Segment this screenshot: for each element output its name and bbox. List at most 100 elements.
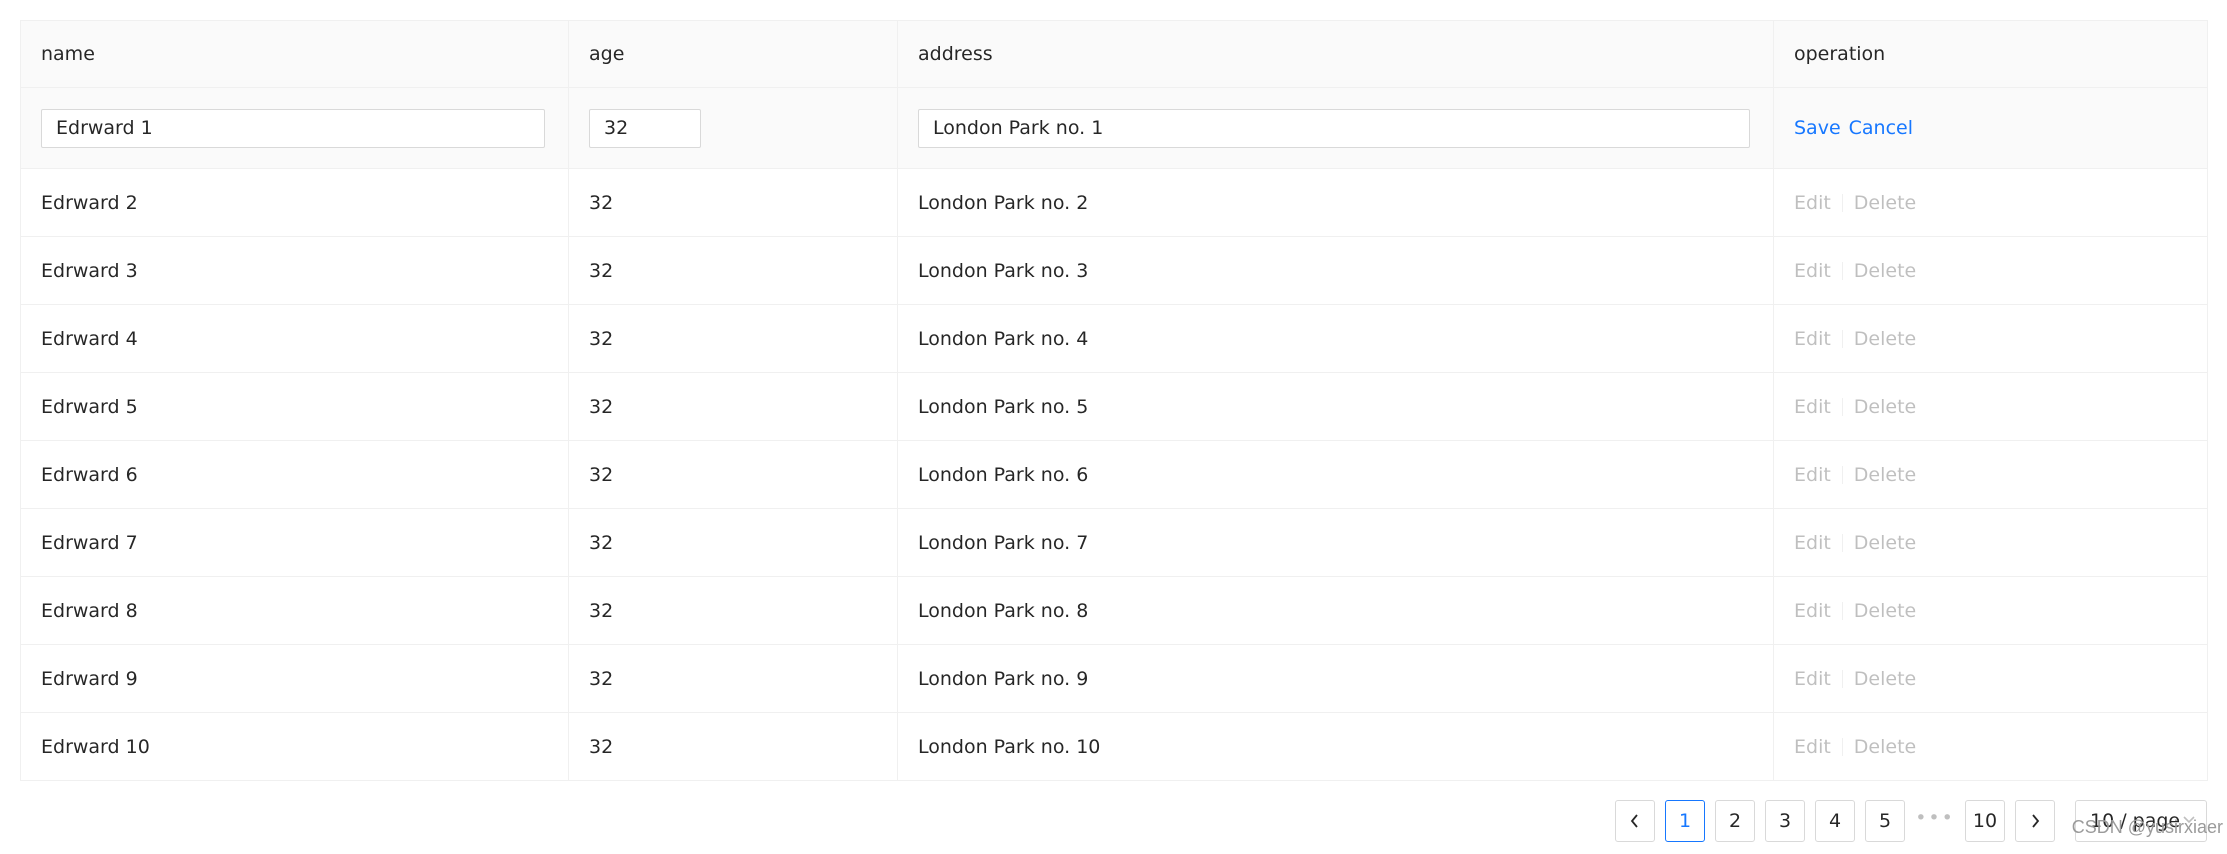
edit-link[interactable]: Edit — [1794, 396, 1831, 418]
table-row: Edrward 8 32 London Park no. 8 Edit Delete — [20, 576, 2208, 645]
column-header-operation: operation — [1773, 20, 2208, 88]
column-header-name: name — [20, 20, 569, 88]
watermark: CSDN @yusirxiaer — [2071, 817, 2223, 837]
edit-link[interactable]: Edit — [1794, 736, 1831, 758]
cell-name: Edrward 3 — [20, 236, 569, 305]
table-header-row: name age address operation — [20, 20, 2208, 88]
operation-divider — [1841, 262, 1843, 280]
prev-page-button[interactable] — [1615, 800, 1655, 842]
cell-operation: Edit Delete — [1773, 236, 2208, 305]
edit-link[interactable]: Edit — [1794, 532, 1831, 554]
name-input[interactable] — [41, 108, 545, 148]
table-row: Edrward 3 32 London Park no. 3 Edit Delete — [20, 236, 2208, 305]
cell-address: London Park no. 7 — [897, 508, 1774, 577]
cell-age: 32 — [568, 576, 898, 645]
cell-address: London Park no. 4 — [897, 304, 1774, 373]
table-row: Edrward 7 32 London Park no. 7 Edit Delete — [20, 508, 2208, 577]
delete-link[interactable]: Delete — [1854, 600, 1916, 622]
operation-divider — [1841, 466, 1843, 484]
delete-link[interactable]: Delete — [1854, 260, 1916, 282]
cell-address: London Park no. 10 — [897, 712, 1774, 781]
cell-address: London Park no. 2 — [897, 168, 1774, 237]
edit-link[interactable]: Edit — [1794, 464, 1831, 486]
cell-age: 32 — [568, 644, 898, 713]
delete-link[interactable]: Delete — [1854, 464, 1916, 486]
page-button-2[interactable]: 2 — [1715, 800, 1755, 842]
operation-divider — [1841, 602, 1843, 620]
page-button-10[interactable]: 10 — [1965, 800, 2005, 842]
delete-link[interactable]: Delete — [1854, 396, 1916, 418]
cell-address: London Park no. 6 — [897, 440, 1774, 509]
operation-divider — [1841, 398, 1843, 416]
edit-link[interactable]: Edit — [1794, 668, 1831, 690]
cell-name: Edrward 9 — [20, 644, 569, 713]
page-button-4[interactable]: 4 — [1815, 800, 1855, 842]
cell-name: Edrward 6 — [20, 440, 569, 509]
page-ellipsis[interactable]: ••• — [1915, 800, 1955, 842]
cell-name — [20, 87, 569, 169]
page-button-5[interactable]: 5 — [1865, 800, 1905, 842]
cell-address — [897, 87, 1774, 169]
column-header-address: address — [897, 20, 1774, 88]
cell-address: London Park no. 5 — [897, 372, 1774, 441]
operation-divider — [1841, 534, 1843, 552]
cell-operation: Edit Delete — [1773, 372, 2208, 441]
cell-operation: Edit Delete — [1773, 304, 2208, 373]
table-row: Edrward 10 32 London Park no. 10 Edit Delete — [20, 712, 2208, 781]
cancel-link[interactable]: Cancel — [1849, 117, 1913, 139]
chevron-right-icon — [2032, 814, 2040, 828]
cell-age: 32 — [568, 712, 898, 781]
table-row: Edrward 4 32 London Park no. 4 Edit Delete — [20, 304, 2208, 373]
cell-operation: Edit Delete — [1773, 440, 2208, 509]
cell-address: London Park no. 9 — [897, 644, 1774, 713]
delete-link[interactable]: Delete — [1854, 736, 1916, 758]
address-input[interactable] — [918, 108, 1750, 148]
edit-link[interactable]: Edit — [1794, 600, 1831, 622]
cell-age: 32 — [568, 440, 898, 509]
chevron-left-icon — [1630, 814, 1638, 828]
edit-link[interactable]: Edit — [1794, 328, 1831, 350]
cell-name: Edrward 10 — [20, 712, 569, 781]
delete-link[interactable]: Delete — [1854, 328, 1916, 350]
operation-divider — [1841, 738, 1843, 756]
cell-age: 32 — [568, 508, 898, 577]
operation-divider — [1841, 670, 1843, 688]
next-page-button[interactable] — [2015, 800, 2055, 842]
delete-link[interactable]: Delete — [1854, 192, 1916, 214]
cell-name: Edrward 2 — [20, 168, 569, 237]
operation-divider — [1841, 194, 1843, 212]
table-row-editing: Save Cancel — [20, 87, 2208, 169]
cell-age: 32 — [568, 372, 898, 441]
page-button-3[interactable]: 3 — [1765, 800, 1805, 842]
cell-name: Edrward 5 — [20, 372, 569, 441]
table-row: Edrward 5 32 London Park no. 5 Edit Delete — [20, 372, 2208, 441]
cell-address: London Park no. 8 — [897, 576, 1774, 645]
cell-operation: Save Cancel — [1773, 87, 2208, 169]
cell-age: 32 — [568, 168, 898, 237]
cell-age: 32 — [568, 236, 898, 305]
save-link[interactable]: Save — [1794, 117, 1841, 139]
cell-name: Edrward 7 — [20, 508, 569, 577]
edit-link[interactable]: Edit — [1794, 192, 1831, 214]
age-input[interactable] — [589, 108, 701, 148]
cell-age: 32 — [568, 304, 898, 373]
cell-operation: Edit Delete — [1773, 508, 2208, 577]
table-row: Edrward 6 32 London Park no. 6 Edit Delete — [20, 440, 2208, 509]
operation-divider — [1841, 330, 1843, 348]
cell-name: Edrward 8 — [20, 576, 569, 645]
table-row: Edrward 9 32 London Park no. 9 Edit Delete — [20, 644, 2208, 713]
edit-link[interactable]: Edit — [1794, 260, 1831, 282]
cell-name: Edrward 4 — [20, 304, 569, 373]
cell-operation: Edit Delete — [1773, 644, 2208, 713]
cell-operation: Edit Delete — [1773, 712, 2208, 781]
editable-table: name age address operation Save Cancel — [20, 20, 2208, 781]
page-button-1[interactable]: 1 — [1665, 800, 1705, 842]
editable-table-container: name age address operation Save Cancel — [20, 20, 2208, 781]
delete-link[interactable]: Delete — [1854, 668, 1916, 690]
table-row: Edrward 2 32 London Park no. 2 Edit Delete — [20, 168, 2208, 237]
cell-operation: Edit Delete — [1773, 576, 2208, 645]
cell-operation: Edit Delete — [1773, 168, 2208, 237]
column-header-age: age — [568, 20, 898, 88]
delete-link[interactable]: Delete — [1854, 532, 1916, 554]
cell-age — [568, 87, 898, 169]
